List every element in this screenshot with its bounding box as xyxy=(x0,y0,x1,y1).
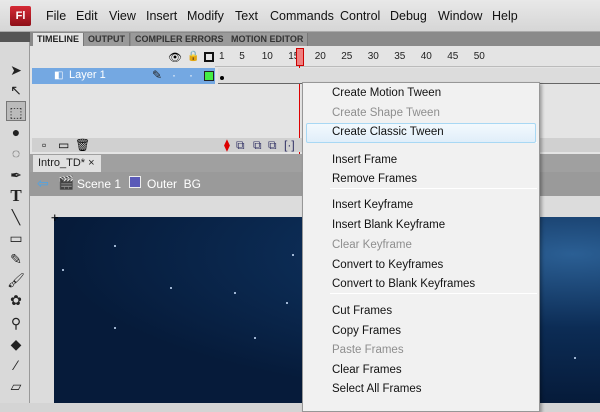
star xyxy=(292,254,294,256)
star xyxy=(170,287,172,289)
ruler-tick-label: 10 xyxy=(261,51,273,62)
new-folder-icon[interactable]: ▭ xyxy=(58,138,69,152)
menu-item-clear-frames[interactable]: Clear Frames xyxy=(332,364,402,376)
document-tab[interactable]: Intro_TD* × xyxy=(33,155,101,172)
line-tool-icon[interactable]: ╲ xyxy=(6,207,26,227)
menu-item-insert-keyframe[interactable]: Insert Keyframe xyxy=(332,199,413,211)
pencil-icon: ✎ xyxy=(152,68,163,82)
tab-compiler-errors[interactable]: COMPILER ERRORS xyxy=(131,33,229,46)
layer-icon: ◧ xyxy=(54,70,64,81)
lock-dot[interactable]: · xyxy=(189,68,193,82)
star xyxy=(114,245,116,247)
menu-item-remove-frames[interactable]: Remove Frames xyxy=(332,173,417,185)
star xyxy=(234,292,236,294)
delete-icon[interactable]: 🗑 xyxy=(75,138,90,152)
tab-motion-editor[interactable]: MOTION EDITOR xyxy=(227,33,309,46)
menu-item-create-shape-tween: Create Shape Tween xyxy=(332,107,440,119)
menu-item-select-all-frames[interactable]: Select All Frames xyxy=(332,383,421,395)
subselection-tool-icon[interactable]: ↖ xyxy=(6,80,26,100)
movieclip-icon xyxy=(129,176,141,188)
lock-icon[interactable]: 🔒 xyxy=(187,51,199,62)
menu-help[interactable]: Help xyxy=(492,9,518,23)
back-arrow-icon[interactable]: ⇦ xyxy=(37,175,49,192)
menu-item-convert-to-keyframes[interactable]: Convert to Keyframes xyxy=(332,259,443,271)
menu-view[interactable]: View xyxy=(109,9,136,23)
layer-row[interactable]: ◧ Layer 1 ✎ · · xyxy=(32,68,215,84)
star xyxy=(254,337,256,339)
ruler-tick-label: 20 xyxy=(314,51,326,62)
menu-window[interactable]: Window xyxy=(438,9,482,23)
3d-rotation-tool-icon[interactable]: ● xyxy=(6,122,26,142)
flash-logo: Fl xyxy=(10,6,31,26)
eraser-tool-icon[interactable]: ▱ xyxy=(6,376,26,396)
menu-item-create-classic-tween[interactable]: Create Classic Tween xyxy=(332,126,444,138)
scene-icon: 🎬 xyxy=(58,175,75,190)
menu-file[interactable]: File xyxy=(46,9,66,23)
ruler-tick-label: 30 xyxy=(367,51,379,62)
tab-timeline[interactable]: TIMELINE xyxy=(33,33,84,46)
menu-debug[interactable]: Debug xyxy=(390,9,427,23)
ruler-tick-label: 25 xyxy=(341,51,353,62)
lasso-tool-icon[interactable]: ◌ xyxy=(6,143,26,163)
menu-item-create-motion-tween[interactable]: Create Motion Tween xyxy=(332,87,441,99)
pen-tool-icon[interactable]: ✒ xyxy=(6,165,26,185)
star xyxy=(286,302,288,304)
ruler-tick-label: 40 xyxy=(420,51,432,62)
registration-crosshair-icon: ✛ xyxy=(51,213,59,223)
star xyxy=(574,357,576,359)
menu-insert[interactable]: Insert xyxy=(146,9,177,23)
bone-tool-icon[interactable]: ⚲ xyxy=(6,313,26,333)
menu-separator xyxy=(330,188,537,189)
ruler-tick-label: 45 xyxy=(447,51,459,62)
text-tool-icon[interactable]: T xyxy=(6,186,26,206)
menu-item-clear-keyframe: Clear Keyframe xyxy=(332,239,412,251)
deco-tool-icon[interactable]: ✿ xyxy=(6,290,26,310)
menu-item-paste-frames: Paste Frames xyxy=(332,344,404,356)
eyedropper-tool-icon[interactable]: ⁄ xyxy=(6,355,26,375)
visibility-dot[interactable]: · xyxy=(172,68,176,82)
document-tab-label: Intro_TD* xyxy=(38,157,86,169)
ruler-tick-label: 5 xyxy=(239,51,245,62)
ruler-tick-label: 35 xyxy=(394,51,406,62)
rectangle-tool-icon[interactable]: ▭ xyxy=(6,228,26,248)
menu-item-convert-to-blank-keyframes[interactable]: Convert to Blank Keyframes xyxy=(332,278,475,290)
menu-item-copy-frames[interactable]: Copy Frames xyxy=(332,325,401,337)
layer-name: Layer 1 xyxy=(69,69,106,81)
selection-tool-icon[interactable]: ➤ xyxy=(6,60,26,80)
close-icon[interactable]: × xyxy=(88,157,94,169)
pencil-tool-icon[interactable]: ✎ xyxy=(6,249,26,269)
symbol-breadcrumb[interactable]: Outer BG xyxy=(147,177,201,191)
scene-breadcrumb[interactable]: Scene 1 xyxy=(77,177,121,191)
keyframe[interactable] xyxy=(220,76,224,80)
center-frame-icon[interactable]: ⧫ xyxy=(224,138,230,152)
menu-text[interactable]: Text xyxy=(235,9,258,23)
star xyxy=(114,327,116,329)
menu-item-insert-blank-keyframe[interactable]: Insert Blank Keyframe xyxy=(332,219,445,231)
eye-icon[interactable]: 👁 xyxy=(168,51,182,64)
menu-item-insert-frame[interactable]: Insert Frame xyxy=(332,154,397,166)
tools-collapse-bar[interactable] xyxy=(0,32,30,42)
menu-modify[interactable]: Modify xyxy=(187,9,224,23)
brush-tool-icon[interactable]: 🖌 xyxy=(6,270,26,290)
context-menu: Create Motion Tween Create Shape Tween Cre… xyxy=(302,82,540,412)
tab-output[interactable]: OUTPUT xyxy=(84,33,130,46)
paint-bucket-tool-icon[interactable]: ◆ xyxy=(6,334,26,354)
menu-control[interactable]: Control xyxy=(340,9,380,23)
menu-item-cut-frames[interactable]: Cut Frames xyxy=(332,305,392,317)
layer-color-swatch[interactable] xyxy=(204,71,214,81)
ruler-tick-label: 1 xyxy=(219,51,225,62)
outline-icon[interactable] xyxy=(204,52,214,62)
free-transform-tool-icon[interactable]: ⬚ xyxy=(6,101,26,121)
menu-edit[interactable]: Edit xyxy=(76,9,98,23)
onion-skin-icon[interactable]: ⧉ xyxy=(236,138,245,153)
new-layer-icon[interactable]: ▫ xyxy=(42,138,46,152)
edit-multiple-frames-icon[interactable]: ⧉ xyxy=(268,138,277,153)
menu-separator xyxy=(330,293,537,294)
ruler-tick-label: 50 xyxy=(473,51,485,62)
playhead[interactable] xyxy=(296,48,304,66)
menu-commands[interactable]: Commands xyxy=(270,9,334,23)
modify-onion-markers-icon[interactable]: [·] xyxy=(284,138,295,152)
onion-outline-icon[interactable]: ⧉ xyxy=(253,138,262,153)
star xyxy=(62,269,64,271)
